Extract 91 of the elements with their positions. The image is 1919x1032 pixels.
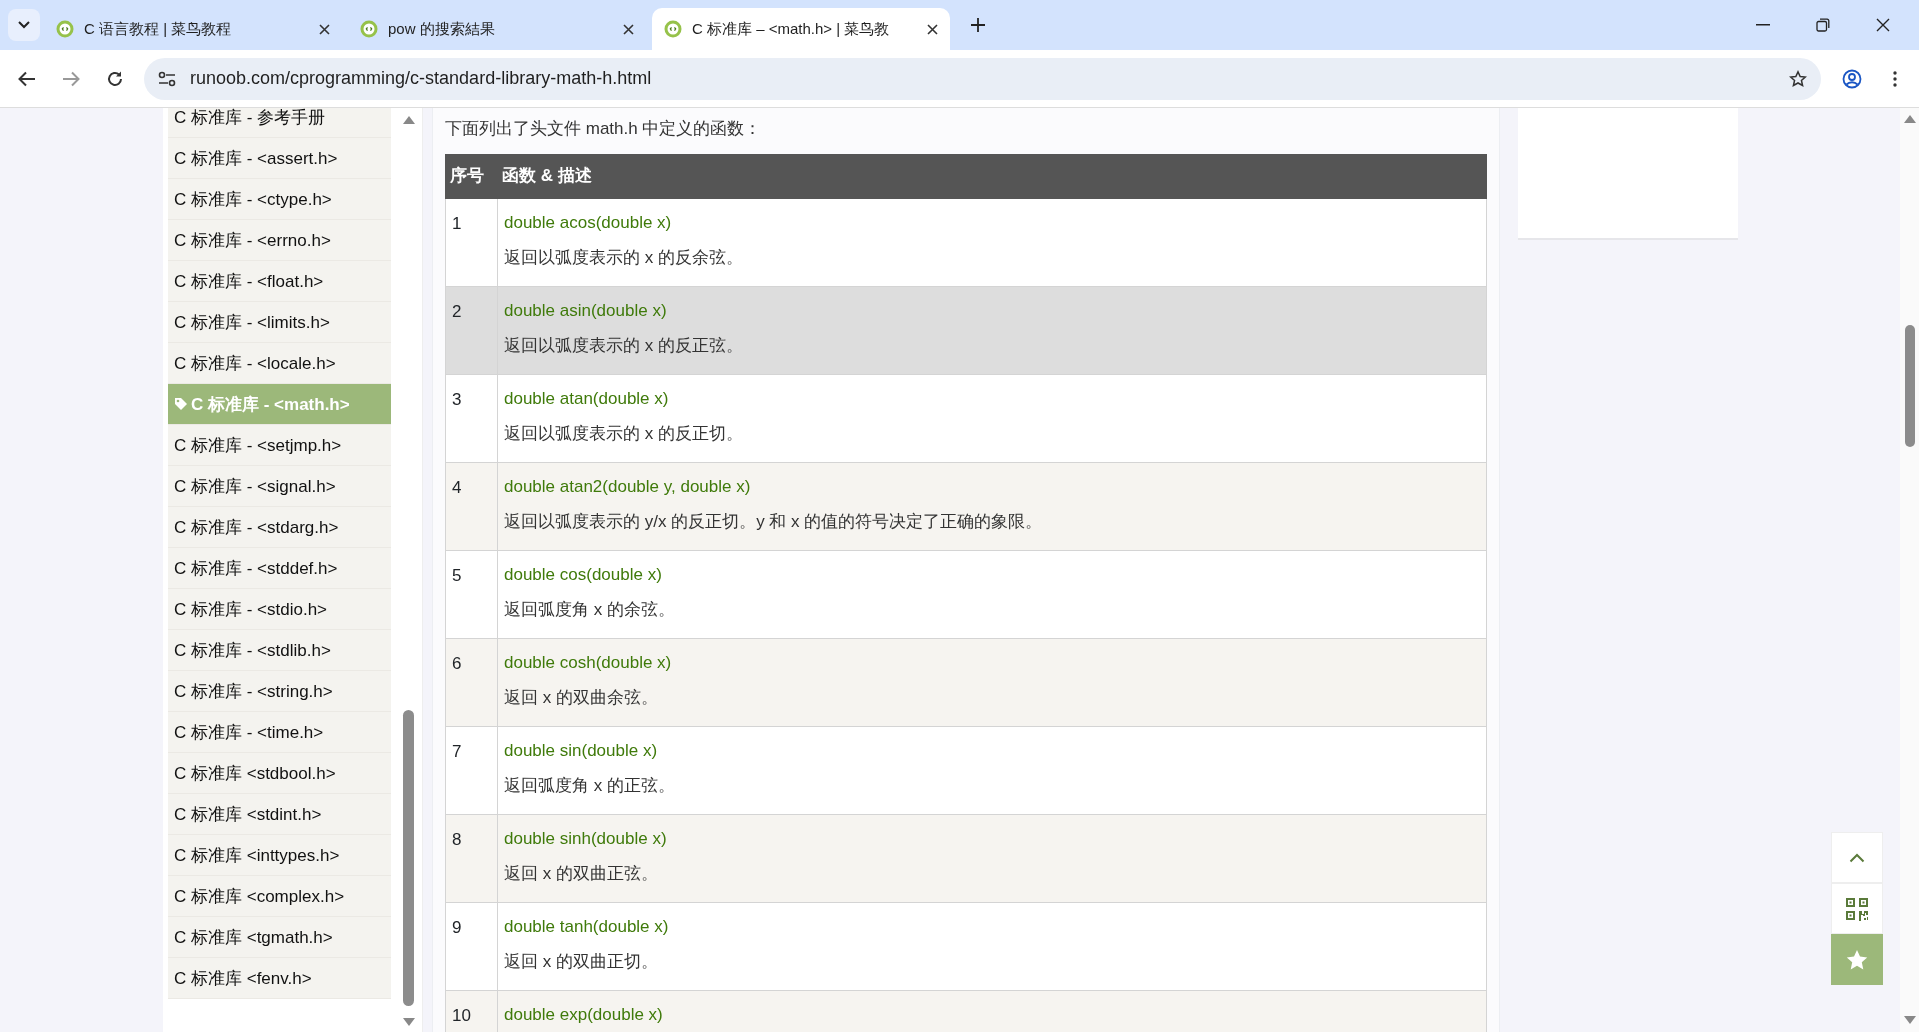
tab-search-button[interactable]: [8, 9, 40, 41]
browser-tab[interactable]: pow 的搜索結果: [348, 8, 646, 50]
function-description: 返回以弧度表示的 y/x 的反正切。y 和 x 的值的符号决定了正确的象限。: [504, 510, 1044, 533]
column-header: 序号: [445, 154, 498, 198]
row-number-cell: 4: [445, 462, 498, 550]
row-number-cell: 2: [445, 286, 498, 374]
back-arrow-icon: [18, 70, 36, 87]
scrollbar-thumb[interactable]: [1905, 325, 1915, 447]
bird-logo-icon: [56, 20, 74, 38]
row-number-cell: 6: [445, 638, 498, 726]
url-text: runoob.com/cprogramming/c-standard-library-math-h.html: [190, 67, 653, 90]
function-description: 返回 x 的双曲正弦。: [504, 862, 659, 885]
sidebar-item[interactable]: C 标准库 - <setjmp.h>: [168, 425, 391, 466]
sidebar-item[interactable]: C 标准库 - <stdarg.h>: [168, 507, 391, 548]
tab-close-button[interactable]: [927, 23, 938, 35]
sidebar-item[interactable]: C 标准库 <fenv.h>: [168, 958, 391, 999]
function-signature: double sin(double x): [504, 739, 659, 762]
row-number-cell: 10: [445, 990, 498, 1032]
sidebar-item[interactable]: C 标准库 - <signal.h>: [168, 466, 391, 507]
browser-tab[interactable]: C 语言教程 | 菜鸟教程: [44, 8, 342, 50]
function-signature: double atan(double x): [504, 387, 670, 410]
function-signature: double tanh(double x): [504, 915, 670, 938]
function-signature: double exp(double x): [504, 1003, 664, 1026]
plus-icon: [970, 17, 986, 33]
sidebar-item[interactable]: C 标准库 - <float.h>: [168, 261, 391, 302]
sidebar-item[interactable]: C 标准库 - 参考手册: [168, 108, 391, 138]
function-signature: double sinh(double x): [504, 827, 668, 850]
close-icon: [623, 23, 634, 35]
sidebar-item[interactable]: C 标准库 - <string.h>: [168, 671, 391, 712]
sidebar-item[interactable]: C 标准库 - <stdio.h>: [168, 589, 391, 630]
sidebar-item[interactable]: C 标准库 <stdint.h>: [168, 794, 391, 835]
row-number-cell: 5: [445, 550, 498, 638]
close-icon: [927, 23, 938, 35]
function-description: 返回 x 的双曲余弦。: [504, 686, 659, 709]
function-description: 返回以弧度表示的 x 的反正切。: [504, 422, 744, 445]
sidebar-item[interactable]: C 标准库 - <time.h>: [168, 712, 391, 753]
sidebar-item[interactable]: C 标准库 - <stddef.h>: [168, 548, 391, 589]
address-bar[interactable]: runoob.com/cprogramming/c-standard-library-math-h.html: [144, 57, 1821, 100]
tab-close-button[interactable]: [319, 23, 330, 35]
bookmark-star-icon[interactable]: [1789, 69, 1807, 88]
row-number-cell: 3: [445, 374, 498, 462]
chevron-up-icon: [1849, 852, 1865, 863]
function-description: 返回弧度角 x 的余弦。: [504, 598, 676, 621]
sidebar-item[interactable]: C 标准库 - <stdlib.h>: [168, 630, 391, 671]
qr-code-button[interactable]: [1831, 883, 1883, 934]
menu-icon: [1893, 70, 1897, 87]
sidebar-item[interactable]: C 标准库 - <errno.h>: [168, 220, 391, 261]
scroll-up-arrow-icon[interactable]: [1904, 115, 1916, 123]
function-description: 返回以弧度表示的 x 的反正弦。: [504, 334, 744, 357]
intro-text: 下面列出了头文件 math.h 中定义的函数：: [445, 118, 763, 140]
sidebar-item[interactable]: C 标准库 - <assert.h>: [168, 138, 391, 179]
close-icon: [319, 23, 330, 35]
function-signature: double cosh(double x): [504, 651, 673, 674]
row-number-cell: 9: [445, 902, 498, 990]
sidebar-item[interactable]: C 标准库 - <ctype.h>: [168, 179, 391, 220]
row-number-cell: 1: [445, 198, 498, 286]
chevron-down-icon: [17, 20, 31, 30]
row-number-cell: 7: [445, 726, 498, 814]
qr-code-icon: [1845, 896, 1869, 921]
function-signature: double cos(double x): [504, 563, 663, 586]
restore-icon: [1816, 18, 1830, 32]
minimize-icon: [1756, 24, 1770, 26]
function-signature: double asin(double x): [504, 299, 668, 322]
sidebar-item[interactable]: C 标准库 <tgmath.h>: [168, 917, 391, 958]
function-signature: double acos(double x): [504, 211, 673, 234]
column-header: 函数 & 描述: [497, 154, 1487, 198]
reload-icon: [106, 69, 124, 88]
site-settings-icon: [158, 70, 176, 87]
sidebar-item[interactable]: C 标准库 - <limits.h>: [168, 302, 391, 343]
favorite-button[interactable]: [1831, 934, 1883, 985]
forward-arrow-icon: [62, 70, 80, 87]
tab-close-button[interactable]: [623, 23, 634, 35]
function-description: 返回以弧度表示的 x 的反余弦。: [504, 246, 744, 269]
sidebar-item[interactable]: C 标准库 <inttypes.h>: [168, 835, 391, 876]
bird-logo-icon: [664, 20, 682, 38]
sidebar-item[interactable]: C 标准库 - <locale.h>: [168, 343, 391, 384]
scroll-down-arrow-icon[interactable]: [1904, 1016, 1916, 1024]
bird-logo-icon: [360, 20, 378, 38]
function-description: 返回弧度角 x 的正弦。: [504, 774, 676, 797]
sidebar-item[interactable]: C 标准库 <stdbool.h>: [168, 753, 391, 794]
sidebar-item[interactable]: C 标准库 <complex.h>: [168, 876, 391, 917]
scrollbar-thumb[interactable]: [403, 710, 414, 1006]
browser-tab[interactable]: C 标准库 – <math.h> | 菜鸟教: [652, 8, 950, 50]
function-description: 返回 x 的双曲正切。: [504, 950, 659, 973]
scroll-up-arrow-icon[interactable]: [403, 116, 415, 124]
close-icon: [1876, 18, 1890, 32]
function-signature: double atan2(double y, double x): [504, 475, 752, 498]
profile-icon: [1842, 68, 1862, 89]
row-number-cell: 8: [445, 814, 498, 902]
scroll-down-arrow-icon[interactable]: [403, 1018, 415, 1026]
tag-icon: [174, 397, 188, 411]
